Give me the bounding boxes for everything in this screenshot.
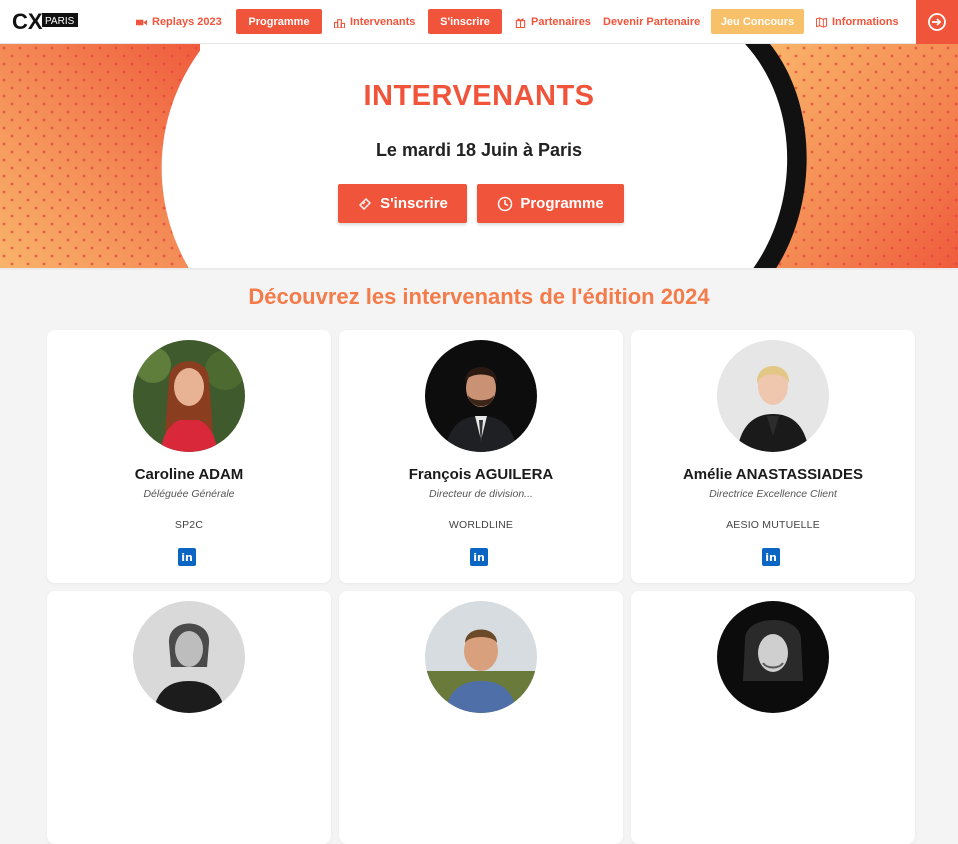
svg-text:PARIS: PARIS [45,16,75,27]
speaker-company: WORLDLINE [448,519,514,531]
nav-devenir-partenaire-link[interactable]: Devenir Partenaire [603,0,700,44]
linkedin-icon[interactable]: in [470,548,488,566]
nav-informations-label: Informations [832,16,899,28]
hero-register-button[interactable]: S'inscrire [338,184,467,223]
speaker-name: François AGUILERA [408,466,554,483]
speaker-company: AESIO MUTUELLE [726,519,820,531]
speaker-name: Caroline ADAM [134,466,244,483]
linkedin-icon[interactable]: in [762,548,780,566]
nav-partenaires-label: Partenaires [531,16,591,28]
speaker-card[interactable] [631,591,915,844]
speaker-role: Directrice Excellence Client [709,488,837,500]
speaker-role: Déléguée Générale [143,488,235,500]
hero-date: Le mardi 18 Juin à Paris [375,140,583,160]
ticket-icon [359,197,372,210]
speaker-photo [133,601,245,713]
speaker-name: Amélie ANASTASSIADES [682,466,864,483]
nav-partenaires-link[interactable]: Partenaires [515,0,591,44]
nav-jeu-concours-button[interactable]: Jeu Concours [711,9,804,34]
speaker-card[interactable]: François AGUILERA Directeur de division.… [339,330,623,583]
video-camera-icon [136,19,147,25]
hero-programme-label: Programme [520,195,604,212]
login-button[interactable] [916,0,958,44]
svg-text:CX: CX [12,9,43,33]
speaker-photo [425,601,537,713]
nav-devenir-partenaire-label: Devenir Partenaire [603,16,701,28]
top-navigation: CX PARIS Replays 2023 Programme Interven… [0,0,958,44]
cx-paris-logo[interactable]: CX PARIS [12,9,80,34]
nav-intervenants-link[interactable]: Intervenants [334,0,415,44]
hero-programme-button[interactable]: Programme [477,184,624,223]
nav-replays-link[interactable]: Replays 2023 [136,0,222,44]
nav-replays-label: Replays 2023 [152,16,222,28]
map-icon [816,16,827,28]
speaker-photo [717,340,829,452]
speaker-photo [425,340,537,452]
nav-informations-link[interactable]: Informations [816,0,899,44]
speaker-card[interactable]: Amélie ANASTASSIADES Directrice Excellen… [631,330,915,583]
login-arrow-icon [928,13,946,31]
nav-programme-button[interactable]: Programme [236,9,322,34]
speaker-role: Directeur de division... [429,488,533,500]
speaker-company: SP2C [174,519,204,531]
hero-title: INTERVENANTS [363,80,595,112]
speaker-photo [133,340,245,452]
speaker-card[interactable] [339,591,623,844]
podium-icon [334,18,345,28]
clock-icon [498,196,513,211]
speaker-photo [717,601,829,713]
hero-register-label: S'inscrire [380,195,448,212]
section-title: Découvrez les intervenants de l'édition … [248,284,710,309]
gift-icon [515,17,526,28]
nav-sinscrire-button[interactable]: S'inscrire [428,9,502,34]
linkedin-icon[interactable]: in [178,548,196,566]
nav-intervenants-label: Intervenants [350,16,416,28]
hero-banner: INTERVENANTS Le mardi 18 Juin à Paris S'… [0,44,958,270]
speaker-card[interactable] [47,591,331,844]
speaker-card[interactable]: Caroline ADAM Déléguée Générale SP2C in [47,330,331,583]
